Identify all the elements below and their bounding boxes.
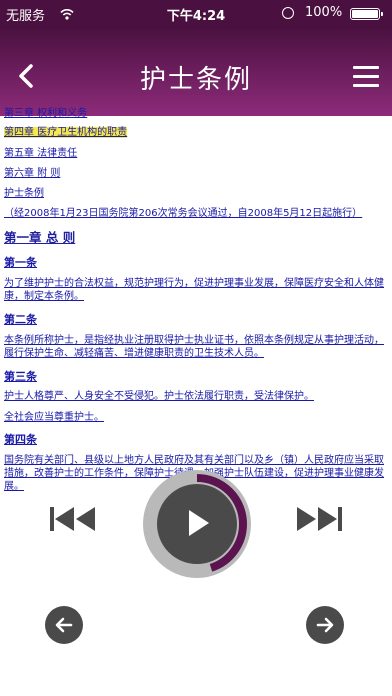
hamburger-menu-icon[interactable] — [353, 66, 379, 88]
article-3-text: 护士人格尊严、人身安全不受侵犯。护士依法履行职责，受法律保护。 — [4, 391, 314, 402]
document-subtitle: （经2008年1月23日国务院第206次常务会议通过，自2008年5月12日起施… — [4, 208, 363, 219]
document-title: 护士条例 — [4, 188, 44, 199]
chapter-1-heading: 第一章 总 则 — [4, 230, 76, 245]
play-button[interactable] — [143, 470, 251, 578]
play-button-face — [157, 484, 237, 564]
skip-next-icon[interactable] — [296, 506, 342, 532]
toc-link-chapter-3[interactable]: 第三章 权利和义务 — [4, 108, 388, 120]
nav-bar: 护士条例 — [0, 28, 392, 116]
battery-percentage: 100% — [305, 5, 343, 20]
article-4-heading: 第四条 — [4, 433, 37, 446]
skip-previous-icon[interactable] — [50, 506, 96, 532]
article-3-text-2: 全社会应当尊重护士。 — [4, 412, 104, 423]
arrow-right-icon — [316, 617, 334, 633]
next-page-button[interactable] — [306, 606, 344, 644]
audio-player — [0, 470, 392, 578]
page-title: 护士条例 — [139, 65, 252, 95]
arrow-left-icon — [55, 617, 73, 633]
toc-link-chapter-6[interactable]: 第六章 附 则 — [4, 168, 388, 180]
article-2-text: 本条例所称护士，是指经执业注册取得护士执业证书，依照本条例规定从事护理活动，履行… — [4, 335, 384, 359]
article-2-heading: 第二条 — [4, 313, 37, 326]
play-icon — [189, 510, 209, 536]
previous-page-button[interactable] — [45, 606, 83, 644]
article-3-heading: 第三条 — [4, 370, 37, 383]
battery-icon — [350, 8, 383, 20]
orientation-lock-icon — [282, 7, 294, 19]
status-bar: 无服务 下午4:24 100% — [0, 0, 392, 28]
toc-link-chapter-4-text: 第四章 医疗卫生机构的职责 — [4, 127, 128, 138]
toc-link-chapter-4[interactable]: 第四章 医疗卫生机构的职责 — [4, 127, 388, 139]
article-1-text: 为了维护护士的合法权益，规范护理行为，促进护理事业发展，保障医疗安全和人体健康，… — [4, 278, 384, 302]
article-1-heading: 第一条 — [4, 256, 37, 269]
toc-link-chapter-5[interactable]: 第五章 法律责任 — [4, 148, 388, 160]
